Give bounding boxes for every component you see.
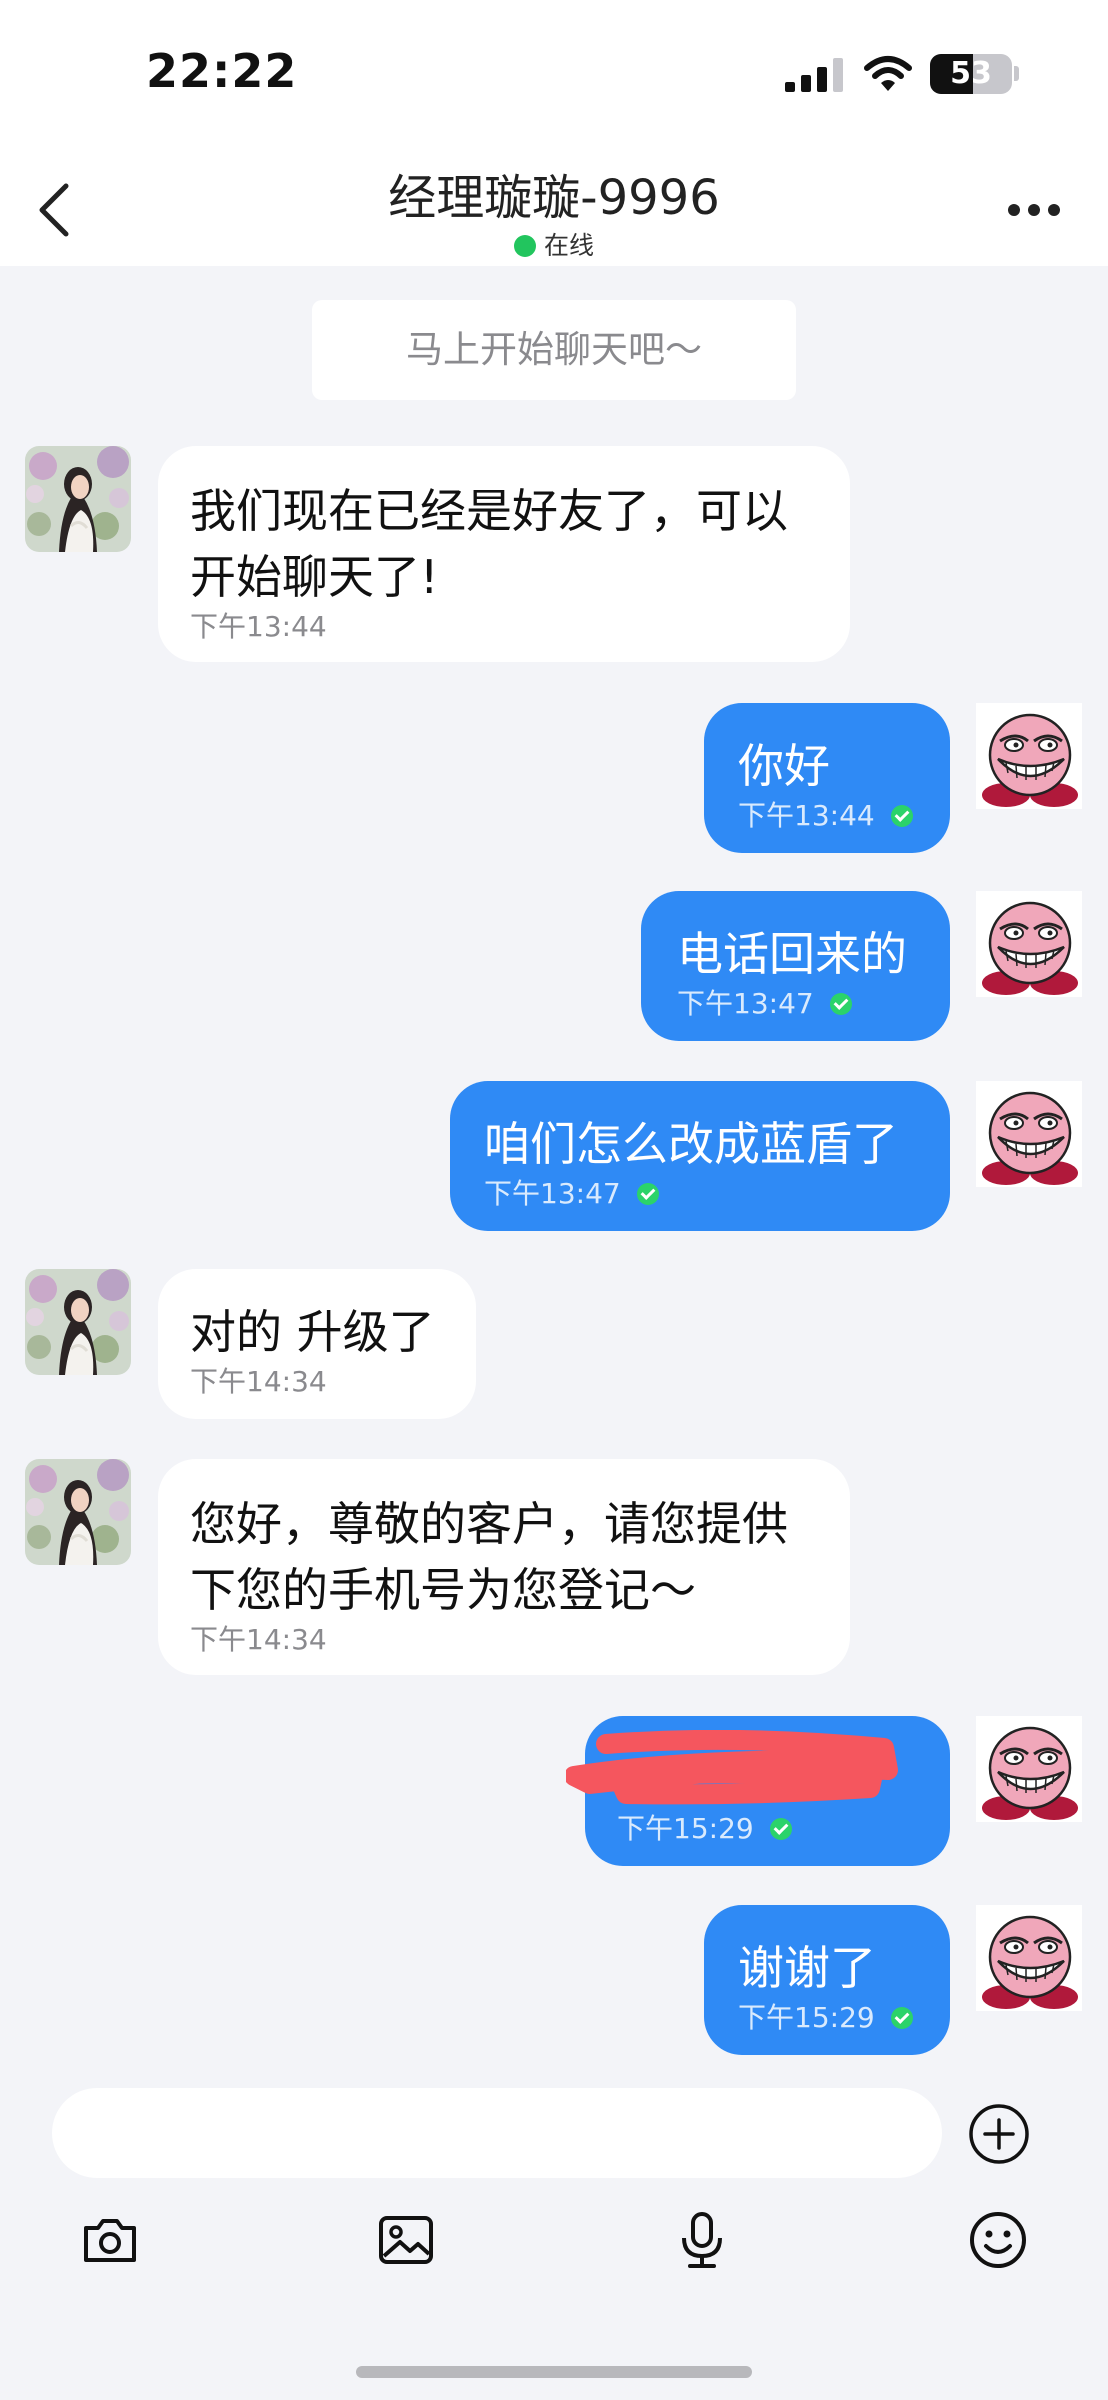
emoji-icon[interactable] — [966, 2208, 1030, 2272]
message-bubble-outgoing[interactable]: 谢谢了 下午15:29 — [704, 1905, 950, 2055]
message-input[interactable] — [52, 2088, 942, 2178]
user-avatar[interactable] — [976, 1081, 1082, 1187]
message-text-line: 对的 升级了 — [190, 1305, 435, 1359]
cellular-signal-icon — [785, 58, 843, 92]
message-text-line: 电话回来的 — [677, 927, 907, 981]
more-options-icon[interactable] — [1006, 198, 1062, 222]
message-timestamp: 下午15:29 — [738, 2001, 875, 2034]
message-timestamp: 下午13:47 — [484, 1177, 621, 1210]
read-check-icon — [890, 2007, 913, 2029]
system-message: 马上开始聊天吧～ — [312, 300, 796, 400]
message-text-line: 开始聊天了! — [190, 550, 439, 604]
contact-avatar[interactable] — [25, 1269, 131, 1375]
message-text-line: 我们现在已经是好友了，可以 — [190, 484, 788, 538]
user-avatar[interactable] — [976, 1905, 1082, 2011]
user-avatar[interactable] — [976, 703, 1082, 809]
wifi-icon — [864, 56, 912, 91]
message-timestamp: 下午13:44 — [190, 610, 327, 643]
user-avatar[interactable] — [976, 1716, 1082, 1822]
contact-avatar[interactable] — [25, 446, 131, 552]
read-check-icon — [890, 805, 913, 827]
read-check-icon — [636, 1183, 659, 1205]
message-text-line: 你好 — [738, 739, 830, 793]
message-bubble-incoming[interactable]: 对的 升级了 下午14:34 — [158, 1269, 476, 1419]
camera-icon[interactable] — [78, 2208, 142, 2272]
message-timestamp: 下午13:44 — [738, 799, 875, 832]
battery-level: 53 — [950, 56, 992, 91]
message-timestamp: 下午14:34 — [190, 1365, 327, 1398]
message-bubble-outgoing[interactable]: 你好 下午13:44 — [704, 703, 950, 853]
image-icon[interactable] — [374, 2208, 438, 2272]
read-check-icon — [829, 993, 852, 1015]
online-dot-icon — [513, 235, 536, 257]
message-timestamp: 下午15:29 — [617, 1812, 754, 1845]
battery-icon: 53 — [930, 54, 1012, 94]
message-text-line: 咱们怎么改成蓝盾了 — [484, 1117, 898, 1171]
message-bubble-incoming[interactable]: 我们现在已经是好友了，可以 开始聊天了! 下午13:44 — [158, 446, 850, 662]
read-check-icon — [769, 1818, 792, 1840]
home-indicator[interactable] — [356, 2366, 752, 2378]
microphone-icon[interactable] — [670, 2208, 734, 2272]
status-time: 22:22 — [146, 44, 298, 98]
message-bubble-incoming[interactable]: 您好，尊敬的客户，请您提供 下您的手机号为您登记～ 下午14:34 — [158, 1459, 850, 1675]
contact-avatar[interactable] — [25, 1459, 131, 1565]
contact-name: 经理璇璇-9996 — [388, 170, 720, 226]
user-avatar[interactable] — [976, 891, 1082, 997]
online-status: 在线 — [0, 226, 1108, 262]
message-timestamp: 下午14:34 — [190, 1623, 327, 1656]
redaction-scribble — [566, 1730, 898, 1805]
message-timestamp: 下午13:47 — [677, 987, 814, 1020]
online-status-label: 在线 — [543, 231, 594, 260]
message-text-line: 谢谢了 — [738, 1941, 876, 1995]
message-text-line: 您好，尊敬的客户，请您提供 — [190, 1497, 788, 1551]
message-bubble-outgoing[interactable]: 咱们怎么改成蓝盾了 下午13:47 — [450, 1081, 950, 1231]
message-bubble-outgoing[interactable]: 电话回来的 下午13:47 — [641, 891, 950, 1041]
message-text-line: 下您的手机号为您登记～ — [190, 1563, 696, 1617]
battery-tip — [1014, 66, 1019, 81]
add-attachment-icon[interactable] — [968, 2103, 1030, 2165]
